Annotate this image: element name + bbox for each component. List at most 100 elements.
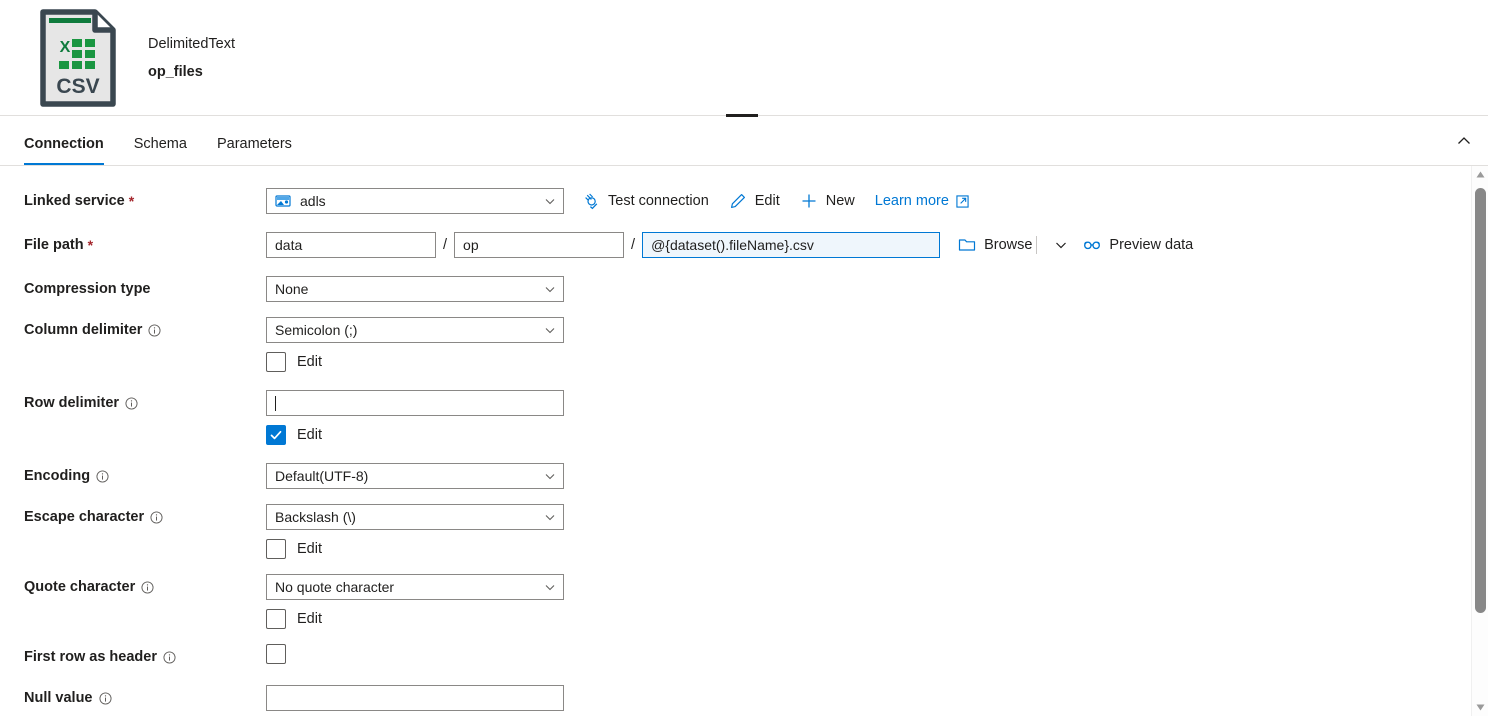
chevron-down-icon (545, 199, 555, 205)
linked-service-label: Linked service * (24, 188, 266, 211)
file-path-control: data / op / @{dataset().fileName}.csv Br… (266, 232, 1213, 258)
checkmark-icon (270, 430, 282, 440)
linked-service-value: adls (300, 193, 326, 209)
compression-type-label: Compression type (24, 276, 266, 299)
file-path-container-input[interactable]: data (266, 232, 436, 258)
required-asterisk: * (87, 237, 94, 253)
linked-service-control: adls Test connection Edit New Learn more (266, 188, 969, 214)
info-icon[interactable] (148, 323, 161, 337)
scroll-up-arrow-icon[interactable] (1472, 166, 1488, 183)
dataset-type-label: DelimitedText (148, 35, 236, 52)
edit-linked-service-label: Edit (754, 193, 780, 209)
folder-icon (958, 236, 976, 254)
learn-more-link[interactable]: Learn more (875, 193, 969, 209)
first-row-as-header-checkbox[interactable] (266, 644, 286, 664)
file-path-row: File path * data / op / @{dataset().file… (0, 232, 1488, 258)
quote-character-label: Quote character (24, 574, 266, 597)
plug-check-icon (582, 192, 600, 210)
encoding-value: Default(UTF-8) (275, 468, 369, 484)
compression-type-row: Compression type None (0, 276, 1488, 302)
null-value-input[interactable] (266, 685, 564, 711)
row-delimiter-input[interactable] (266, 390, 564, 416)
edit-linked-service-button[interactable]: Edit (729, 192, 780, 210)
connection-form-scroll-area: Linked service * adls Test connection Ed… (0, 166, 1488, 716)
test-connection-button[interactable]: Test connection (582, 192, 709, 210)
escape-character-edit-label: Edit (297, 541, 322, 557)
quote-character-row: Quote character No quote character (0, 574, 1488, 600)
compression-type-value: None (275, 281, 309, 297)
tab-parameters[interactable]: Parameters (217, 134, 292, 165)
chevron-down-icon (545, 515, 555, 521)
preview-data-label: Preview data (1109, 237, 1194, 253)
column-delimiter-row: Column delimiter Semicolon (;) (0, 317, 1488, 343)
scrollbar-thumb[interactable] (1475, 188, 1486, 613)
escape-character-edit-checkbox[interactable] (266, 539, 286, 559)
file-path-toolbar: Browse Preview data (958, 233, 1213, 257)
escape-character-dropdown[interactable]: Backslash (\) (266, 504, 564, 530)
tab-connection[interactable]: Connection (24, 134, 104, 165)
svg-text:X: X (60, 39, 71, 56)
row-delimiter-edit-label: Edit (297, 427, 322, 443)
learn-more-label: Learn more (874, 193, 949, 209)
plus-icon (800, 192, 818, 210)
encoding-row: Encoding Default(UTF-8) (0, 463, 1488, 489)
column-delimiter-dropdown[interactable]: Semicolon (;) (266, 317, 564, 343)
chevron-down-icon[interactable] (1049, 233, 1073, 257)
glasses-icon (1083, 236, 1101, 254)
dataset-name: op_files (148, 63, 203, 80)
linked-service-dropdown[interactable]: adls (266, 188, 564, 214)
external-link-icon (956, 194, 969, 208)
chevron-down-icon (545, 287, 555, 293)
azure-data-lake-storage-icon (275, 195, 291, 207)
vertical-scrollbar[interactable] (1471, 166, 1488, 716)
file-path-label-text: File path (24, 237, 84, 253)
browse-button[interactable]: Browse (958, 236, 1032, 254)
column-delimiter-edit-checkbox[interactable] (266, 352, 286, 372)
quote-character-edit-label: Edit (297, 611, 322, 627)
scroll-down-arrow-icon[interactable] (1472, 699, 1488, 716)
compression-type-label-text: Compression type (24, 281, 151, 297)
new-linked-service-label: New (825, 193, 855, 209)
info-icon[interactable] (96, 469, 109, 483)
linked-service-toolbar: Test connection Edit New Learn more (582, 192, 969, 210)
info-icon[interactable] (163, 650, 176, 664)
toolbar-divider (1036, 236, 1038, 254)
connection-form: Linked service * adls Test connection Ed… (0, 166, 1488, 716)
info-icon[interactable] (125, 396, 138, 410)
row-delimiter-label-text: Row delimiter (24, 395, 120, 411)
new-linked-service-button[interactable]: New (800, 192, 855, 210)
test-connection-label: Test connection (608, 193, 709, 209)
file-path-directory-input[interactable]: op (454, 232, 625, 258)
linked-service-label-text: Linked service (24, 193, 125, 209)
escape-character-label: Escape character (24, 504, 266, 527)
row-delimiter-edit-checkbox[interactable] (266, 425, 286, 445)
file-path-separator: / (631, 237, 636, 253)
info-icon[interactable] (141, 580, 154, 594)
chevron-down-icon (545, 328, 555, 334)
chevron-up-icon[interactable] (1452, 129, 1476, 153)
row-delimiter-edit-row: Edit (0, 425, 1488, 445)
escape-character-row: Escape character Backslash (\) (0, 504, 1488, 530)
quote-character-dropdown[interactable]: No quote character (266, 574, 564, 600)
text-caret (275, 395, 276, 411)
linked-service-row: Linked service * adls Test connection Ed… (0, 188, 1488, 214)
compression-type-dropdown[interactable]: None (266, 276, 564, 302)
first-row-as-header-row: First row as header (0, 644, 1488, 670)
file-path-separator: / (443, 237, 448, 253)
encoding-dropdown[interactable]: Default(UTF-8) (266, 463, 564, 489)
encoding-label-text: Encoding (24, 468, 91, 484)
first-row-as-header-label-text: First row as header (24, 649, 157, 665)
null-value-row: Null value (0, 685, 1488, 711)
info-icon[interactable] (98, 691, 112, 705)
file-path-filename-input[interactable]: @{dataset().fileName}.csv (642, 232, 941, 258)
escape-character-value: Backslash (\) (275, 509, 356, 525)
escape-character-edit-row: Edit (0, 539, 1488, 559)
csv-file-icon: X CSV (40, 8, 116, 107)
escape-character-label-text: Escape character (24, 509, 145, 525)
quote-character-edit-checkbox[interactable] (266, 609, 286, 629)
info-icon[interactable] (150, 510, 163, 524)
tab-schema[interactable]: Schema (134, 134, 187, 165)
quote-character-edit-row: Edit (0, 609, 1488, 629)
preview-data-button[interactable]: Preview data (1083, 236, 1193, 254)
row-delimiter-row: Row delimiter (0, 390, 1488, 416)
